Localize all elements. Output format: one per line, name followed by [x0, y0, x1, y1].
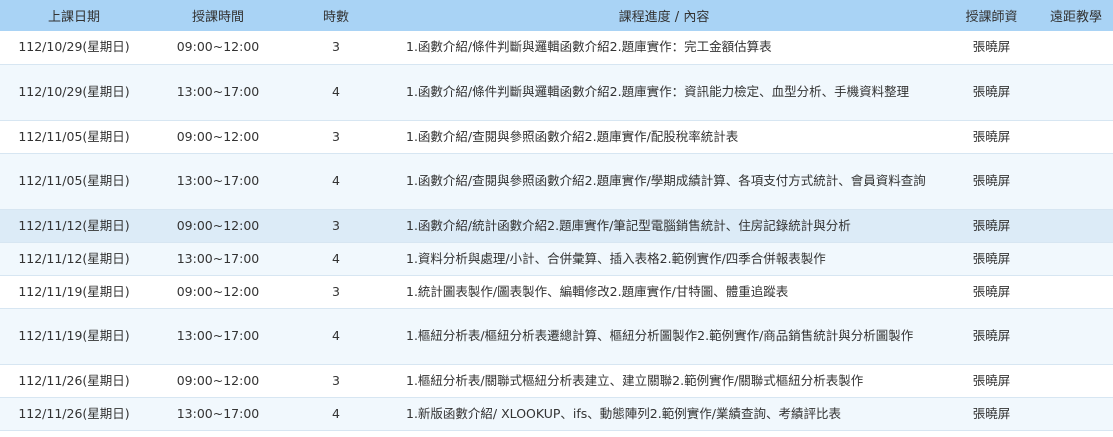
cell-content: 1.樞紐分析表/樞紐分析表遷總計算、樞紐分析圖製作2.範例實作/商品銷售統計與分… — [384, 308, 944, 365]
table-row: 112/11/12(星期日) 13:00~17:00 4 1.資料分析與處理/小… — [0, 242, 1113, 276]
course-schedule-table: 上課日期 授課時間 時數 課程進度 / 內容 授課師資 遠距教學 112/10/… — [0, 0, 1113, 431]
cell-time: 09:00~12:00 — [148, 209, 288, 243]
cell-date: 112/10/29(星期日) — [0, 64, 148, 121]
cell-content: 1.函數介紹/查閱與參照函數介紹2.題庫實作/配股稅率統計表 — [384, 120, 944, 154]
cell-content: 1.新版函數介紹/ XLOOKUP、ifs、動態陣列2.範例實作/業績查詢、考績… — [384, 397, 944, 431]
cell-date: 112/11/19(星期日) — [0, 308, 148, 365]
cell-teacher: 張曉屏 — [944, 275, 1039, 309]
cell-time: 13:00~17:00 — [148, 153, 288, 210]
cell-remote — [1039, 120, 1113, 154]
table-header-row: 上課日期 授課時間 時數 課程進度 / 內容 授課師資 遠距教學 — [0, 0, 1113, 31]
cell-remote — [1039, 31, 1113, 65]
cell-content: 1.函數介紹/條件判斷與邏輯函數介紹2.題庫實作：資訊能力檢定、血型分析、手機資… — [384, 64, 944, 121]
cell-hours: 3 — [288, 31, 384, 65]
cell-hours: 4 — [288, 153, 384, 210]
cell-time: 13:00~17:00 — [148, 242, 288, 276]
cell-time: 09:00~12:00 — [148, 275, 288, 309]
table-row: 112/11/12(星期日) 09:00~12:00 3 1.函數介紹/統計函數… — [0, 209, 1113, 243]
cell-hours: 3 — [288, 364, 384, 398]
cell-hours: 4 — [288, 64, 384, 121]
cell-content: 1.統計圖表製作/圖表製作、編輯修改2.題庫實作/甘特圖、體重追蹤表 — [384, 275, 944, 309]
table-row: 112/11/26(星期日) 13:00~17:00 4 1.新版函數介紹/ X… — [0, 397, 1113, 431]
cell-remote — [1039, 275, 1113, 309]
table-row: 112/11/05(星期日) 13:00~17:00 4 1.函數介紹/查閱與參… — [0, 153, 1113, 210]
cell-date: 112/11/26(星期日) — [0, 397, 148, 431]
cell-time: 13:00~17:00 — [148, 397, 288, 431]
cell-teacher: 張曉屏 — [944, 209, 1039, 243]
cell-hours: 4 — [288, 397, 384, 431]
cell-hours: 4 — [288, 242, 384, 276]
table-row: 112/10/29(星期日) 13:00~17:00 4 1.函數介紹/條件判斷… — [0, 64, 1113, 121]
cell-hours: 3 — [288, 120, 384, 154]
header-time: 授課時間 — [148, 0, 288, 31]
cell-teacher: 張曉屏 — [944, 64, 1039, 121]
cell-content: 1.函數介紹/條件判斷與邏輯函數介紹2.題庫實作：完工金額估算表 — [384, 31, 944, 65]
cell-teacher: 張曉屏 — [944, 31, 1039, 65]
cell-teacher: 張曉屏 — [944, 120, 1039, 154]
cell-date: 112/11/19(星期日) — [0, 275, 148, 309]
cell-time: 09:00~12:00 — [148, 364, 288, 398]
table-row: 112/10/29(星期日) 09:00~12:00 3 1.函數介紹/條件判斷… — [0, 31, 1113, 65]
cell-remote — [1039, 153, 1113, 210]
cell-remote — [1039, 308, 1113, 365]
table-row: 112/11/19(星期日) 09:00~12:00 3 1.統計圖表製作/圖表… — [0, 275, 1113, 309]
cell-teacher: 張曉屏 — [944, 242, 1039, 276]
cell-time: 09:00~12:00 — [148, 31, 288, 65]
cell-content: 1.函數介紹/統計函數介紹2.題庫實作/筆記型電腦銷售統計、住房記錄統計與分析 — [384, 209, 944, 243]
header-teacher: 授課師資 — [944, 0, 1039, 31]
header-content: 課程進度 / 內容 — [384, 0, 944, 31]
header-hours: 時數 — [288, 0, 384, 31]
cell-date: 112/11/12(星期日) — [0, 209, 148, 243]
cell-content: 1.資料分析與處理/小計、合併彙算、插入表格2.範例實作/四季合併報表製作 — [384, 242, 944, 276]
cell-date: 112/11/26(星期日) — [0, 364, 148, 398]
cell-date: 112/10/29(星期日) — [0, 31, 148, 65]
cell-content: 1.樞紐分析表/關聯式樞紐分析表建立、建立關聯2.範例實作/關聯式樞紐分析表製作 — [384, 364, 944, 398]
cell-remote — [1039, 364, 1113, 398]
table-row: 112/11/19(星期日) 13:00~17:00 4 1.樞紐分析表/樞紐分… — [0, 308, 1113, 365]
cell-remote — [1039, 397, 1113, 431]
cell-time: 13:00~17:00 — [148, 308, 288, 365]
header-remote: 遠距教學 — [1039, 0, 1113, 31]
cell-time: 13:00~17:00 — [148, 64, 288, 121]
table-row: 112/11/05(星期日) 09:00~12:00 3 1.函數介紹/查閱與參… — [0, 120, 1113, 154]
header-date: 上課日期 — [0, 0, 148, 31]
cell-date: 112/11/12(星期日) — [0, 242, 148, 276]
cell-remote — [1039, 64, 1113, 121]
cell-hours: 3 — [288, 275, 384, 309]
cell-remote — [1039, 242, 1113, 276]
cell-teacher: 張曉屏 — [944, 397, 1039, 431]
cell-teacher: 張曉屏 — [944, 153, 1039, 210]
cell-date: 112/11/05(星期日) — [0, 120, 148, 154]
table-row: 112/11/26(星期日) 09:00~12:00 3 1.樞紐分析表/關聯式… — [0, 364, 1113, 398]
cell-teacher: 張曉屏 — [944, 364, 1039, 398]
cell-hours: 4 — [288, 308, 384, 365]
cell-date: 112/11/05(星期日) — [0, 153, 148, 210]
cell-content: 1.函數介紹/查閱與參照函數介紹2.題庫實作/學期成績計算、各項支付方式統計、會… — [384, 153, 944, 210]
cell-teacher: 張曉屏 — [944, 308, 1039, 365]
cell-hours: 3 — [288, 209, 384, 243]
cell-time: 09:00~12:00 — [148, 120, 288, 154]
cell-remote — [1039, 209, 1113, 243]
